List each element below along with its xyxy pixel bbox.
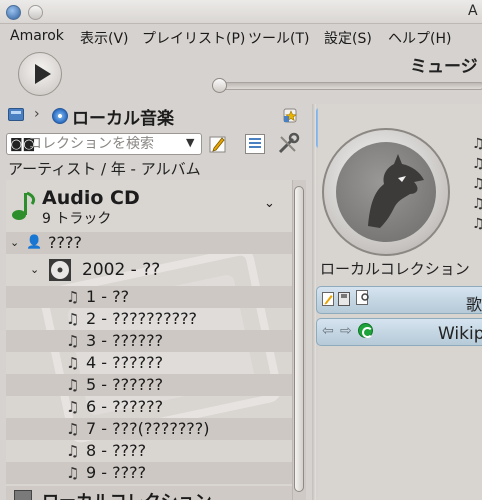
track-row[interactable]: ♫ 2 - ?????????? [6,308,292,330]
menu-tools[interactable]: ツール(T) [248,28,309,48]
music-note-icon: ♫ [66,464,80,482]
artist-name: ???? [48,233,82,252]
music-note-icon: ♫ [472,176,482,192]
view-options-icon[interactable] [245,134,265,154]
menu-amarok[interactable]: Amarok [10,28,64,44]
menu-settings[interactable]: 設定(S) [324,28,372,48]
track-title: 4 - ?????? [86,353,164,372]
window-title: A [468,3,478,19]
menu-bar: Amarok 表示(V) プレイリスト(P) ツール(T) 設定(S) ヘルプ(… [0,24,482,50]
now-playing-title: ミュージ [410,57,478,77]
amarok-app-icon[interactable] [6,5,21,20]
local-collection-row[interactable]: ローカルコレクション [6,486,292,500]
breadcrumb-title[interactable]: ローカル音楽 [72,104,174,129]
bookmark-icon[interactable] [282,107,299,124]
music-note-icon: ♫ [66,420,80,438]
forward-arrow-icon[interactable]: ⇨ [340,323,352,339]
track-title: 2 - ?????????? [86,309,198,328]
artist-icon: 👤 [26,235,43,250]
local-music-icon [52,108,68,124]
audio-cd-title: Audio CD [42,187,140,209]
menu-view[interactable]: 表示(V) [80,28,129,48]
music-note-icon: ♫ [66,398,80,416]
collection-icon [14,490,32,500]
play-button[interactable] [18,52,62,96]
track-title: 9 - ???? [86,463,147,482]
collection-tree[interactable]: Audio CD 9 トラック ⌄ ⌄ 👤 ???? ⌄ 2002 - ?? ♫… [6,180,292,500]
artist-row[interactable]: ⌄ 👤 ???? [6,232,292,254]
track-row[interactable]: ♫ 3 - ?????? [6,330,292,352]
album-title: 2002 - ?? [82,260,161,280]
save-icon[interactable] [338,292,350,306]
edit-icon[interactable] [322,292,334,306]
music-note-icon: ♫ [66,354,80,372]
local-collection-title: ローカルコレクション [42,487,212,500]
lyrics-applet-title: 歌 [466,295,482,314]
home-icon[interactable] [8,108,24,121]
tools-icon[interactable] [276,132,300,156]
music-note-icon: ♫ [66,376,80,394]
wikipedia-applet-title: Wikip [438,324,482,344]
menu-help[interactable]: ヘルプ(H) [388,28,451,48]
minimize-button[interactable] [28,5,43,20]
menu-playlist[interactable]: プレイリスト(P) [142,28,245,48]
track-row[interactable]: ♫ 6 - ?????? [6,396,292,418]
music-note-icon: ♫ [66,288,80,306]
title-bar [0,0,482,24]
track-row[interactable]: ♫ 9 - ???? [6,462,292,484]
music-note-icon: ♫ [472,216,482,232]
edit-filter-icon[interactable] [208,134,228,154]
collapse-arrow-icon[interactable]: ⌄ [10,236,19,249]
grouping-label[interactable]: アーティスト / 年 - アルバム [8,158,201,179]
audio-cd-track-count: 9 トラック [42,211,112,227]
album-row[interactable]: ⌄ 2002 - ?? [6,256,292,284]
back-arrow-icon[interactable]: ⇦ [322,323,334,339]
tree-scrollbar-thumb[interactable] [294,186,304,492]
track-title: 5 - ?????? [86,375,164,394]
search-lyrics-icon[interactable] [356,290,370,306]
music-note-icon: ♫ [66,332,80,350]
audio-cd-row[interactable]: Audio CD 9 トラック ⌄ [6,180,292,230]
track-row[interactable]: ♫ 7 - ???(???????) [6,418,292,440]
music-note-icon: ♫ [472,136,482,152]
track-title: 8 - ???? [86,441,147,460]
music-note-icon: ♫ [66,442,80,460]
track-title: 7 - ???(???????) [86,419,210,438]
music-note-icon: ♫ [472,196,482,212]
music-note-icon [12,191,36,220]
track-row[interactable]: ♫ 1 - ?? [6,286,292,308]
music-note-icon: ♫ [66,310,80,328]
track-row[interactable]: ♫ 5 - ?????? [6,374,292,396]
seek-slider-handle[interactable] [212,78,227,93]
breadcrumb-separator[interactable]: › [34,106,40,122]
wolf-icon [368,154,424,228]
search-history-chevron-icon[interactable]: ▼ [186,136,194,149]
collection-search-input[interactable] [28,134,184,154]
play-icon [35,64,51,84]
track-row[interactable]: ♫ 8 - ???? [6,440,292,462]
track-row[interactable]: ♫ 4 - ?????? [6,352,292,374]
music-note-icon: ♫ [472,156,482,172]
seek-slider[interactable] [214,82,482,90]
track-title: 3 - ?????? [86,331,164,350]
chevron-down-icon[interactable]: ⌄ [264,196,275,211]
track-title: 1 - ?? [86,287,130,306]
album-cd-icon [49,259,71,281]
collection-summary-label: ローカルコレクション [320,260,470,278]
collapse-arrow-icon[interactable]: ⌄ [30,263,39,276]
reload-icon[interactable] [358,323,373,338]
track-title: 6 - ?????? [86,397,164,416]
